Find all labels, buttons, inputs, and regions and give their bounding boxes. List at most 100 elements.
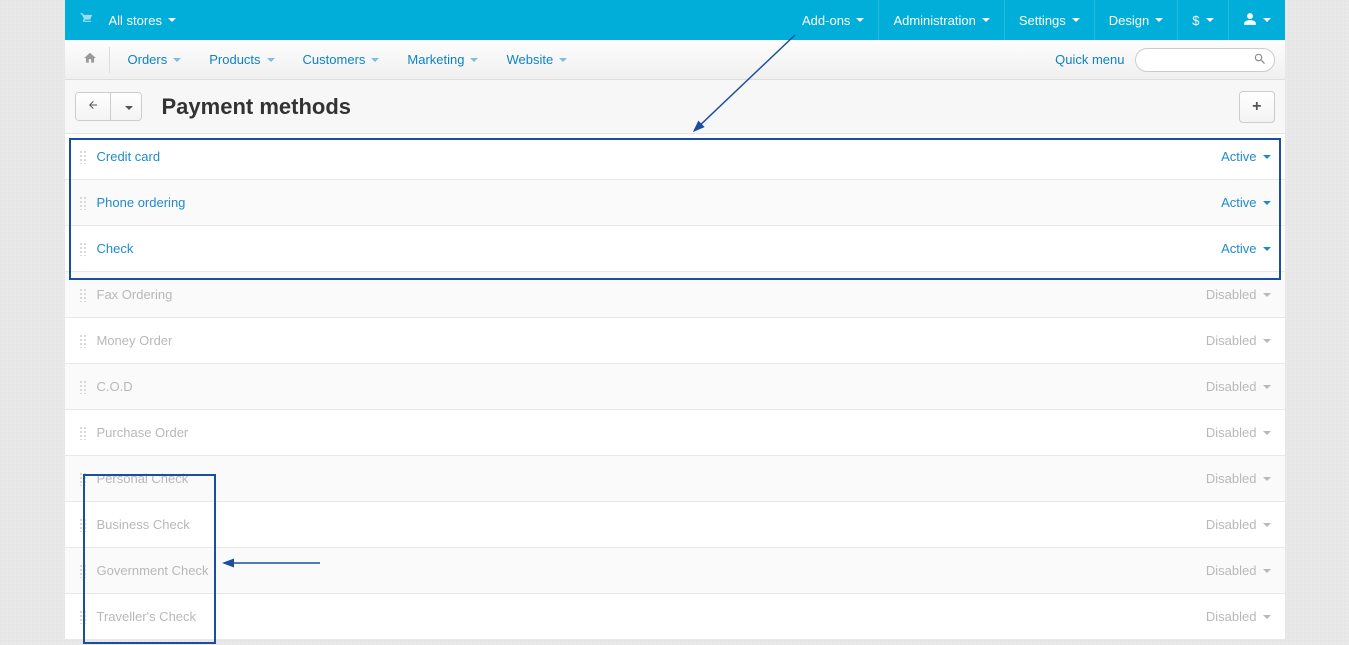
caret-down-icon bbox=[1263, 155, 1271, 159]
design-label: Design bbox=[1109, 13, 1149, 28]
caret-down-icon bbox=[173, 58, 181, 62]
back-dropdown[interactable] bbox=[110, 93, 141, 120]
nav-orders-label: Orders bbox=[128, 52, 168, 67]
payment-method-name[interactable]: Traveller's Check bbox=[97, 609, 197, 624]
caret-down-icon bbox=[559, 58, 567, 62]
drag-handle-icon[interactable] bbox=[79, 380, 87, 394]
payment-method-row: Traveller's Check Disabled bbox=[65, 594, 1285, 640]
caret-down-icon bbox=[982, 18, 990, 22]
drag-handle-icon[interactable] bbox=[79, 564, 87, 578]
payment-method-name[interactable]: Purchase Order bbox=[97, 425, 189, 440]
caret-down-icon bbox=[1263, 523, 1271, 527]
administration-menu[interactable]: Administration bbox=[878, 0, 1003, 40]
addons-menu[interactable]: Add-ons bbox=[788, 0, 878, 40]
payment-method-row: Money Order Disabled bbox=[65, 318, 1285, 364]
caret-down-icon bbox=[1263, 247, 1271, 251]
payment-method-name[interactable]: Credit card bbox=[97, 149, 161, 164]
payment-method-row: Purchase Order Disabled bbox=[65, 410, 1285, 456]
payment-method-row: Fax Ordering Disabled bbox=[65, 272, 1285, 318]
divider bbox=[109, 47, 110, 73]
status-dropdown[interactable]: Active bbox=[1221, 149, 1270, 164]
caret-down-icon bbox=[1263, 385, 1271, 389]
caret-down-icon bbox=[856, 18, 864, 22]
payment-method-name[interactable]: Phone ordering bbox=[97, 195, 186, 210]
status-dropdown[interactable]: Active bbox=[1221, 241, 1270, 256]
drag-handle-icon[interactable] bbox=[79, 610, 87, 624]
nav-marketing[interactable]: Marketing bbox=[393, 40, 492, 80]
status-label: Active bbox=[1221, 149, 1256, 164]
drag-handle-icon[interactable] bbox=[79, 426, 87, 440]
stores-label: All stores bbox=[109, 13, 162, 28]
payment-method-name[interactable]: Government Check bbox=[97, 563, 209, 578]
payment-method-name[interactable]: C.O.D bbox=[97, 379, 133, 394]
status-label: Disabled bbox=[1206, 333, 1257, 348]
payment-method-name[interactable]: Check bbox=[97, 241, 134, 256]
status-label: Disabled bbox=[1206, 425, 1257, 440]
payment-method-row: Government Check Disabled bbox=[65, 548, 1285, 594]
caret-down-icon bbox=[1263, 477, 1271, 481]
status-dropdown[interactable]: Disabled bbox=[1206, 333, 1271, 348]
topbar: All stores Add-ons Administration Settin… bbox=[65, 0, 1285, 40]
nav-orders[interactable]: Orders bbox=[114, 40, 196, 80]
currency-label: $ bbox=[1192, 13, 1199, 28]
status-dropdown[interactable]: Disabled bbox=[1206, 563, 1271, 578]
caret-down-icon bbox=[1263, 339, 1271, 343]
caret-down-icon bbox=[1263, 293, 1271, 297]
caret-down-icon bbox=[1155, 18, 1163, 22]
status-dropdown[interactable]: Disabled bbox=[1206, 379, 1271, 394]
add-button[interactable]: + bbox=[1239, 91, 1274, 123]
back-button[interactable] bbox=[76, 93, 110, 120]
nav-customers[interactable]: Customers bbox=[289, 40, 394, 80]
page-title: Payment methods bbox=[162, 94, 352, 120]
drag-handle-icon[interactable] bbox=[79, 150, 87, 164]
cart-icon bbox=[79, 12, 95, 29]
caret-down-icon bbox=[125, 106, 133, 110]
payment-methods-list: Credit cardActivePhone orderingActiveChe… bbox=[65, 134, 1285, 640]
status-label: Active bbox=[1221, 195, 1256, 210]
status-dropdown[interactable]: Active bbox=[1221, 195, 1270, 210]
drag-handle-icon[interactable] bbox=[79, 242, 87, 256]
status-dropdown[interactable]: Disabled bbox=[1206, 287, 1271, 302]
nav-customers-label: Customers bbox=[303, 52, 366, 67]
search-icon[interactable] bbox=[1253, 52, 1267, 69]
status-dropdown[interactable]: Disabled bbox=[1206, 425, 1271, 440]
person-icon bbox=[1243, 12, 1257, 29]
payment-method-name[interactable]: Fax Ordering bbox=[97, 287, 173, 302]
payment-method-name[interactable]: Personal Check bbox=[97, 471, 189, 486]
caret-down-icon bbox=[168, 18, 176, 22]
design-menu[interactable]: Design bbox=[1094, 0, 1177, 40]
caret-down-icon bbox=[1263, 615, 1271, 619]
status-dropdown[interactable]: Disabled bbox=[1206, 609, 1271, 624]
settings-menu[interactable]: Settings bbox=[1004, 0, 1094, 40]
currency-menu[interactable]: $ bbox=[1177, 0, 1227, 40]
caret-down-icon bbox=[267, 58, 275, 62]
drag-handle-icon[interactable] bbox=[79, 472, 87, 486]
nav-products[interactable]: Products bbox=[195, 40, 288, 80]
drag-handle-icon[interactable] bbox=[79, 196, 87, 210]
status-label: Active bbox=[1221, 241, 1256, 256]
quick-menu-link[interactable]: Quick menu bbox=[1055, 52, 1124, 67]
caret-down-icon bbox=[1263, 569, 1271, 573]
status-dropdown[interactable]: Disabled bbox=[1206, 517, 1271, 532]
home-icon[interactable] bbox=[75, 51, 105, 68]
payment-method-name[interactable]: Business Check bbox=[97, 517, 190, 532]
nav-website[interactable]: Website bbox=[492, 40, 581, 80]
caret-down-icon bbox=[1072, 18, 1080, 22]
titlebar: Payment methods + bbox=[65, 80, 1285, 134]
stores-selector[interactable]: All stores bbox=[95, 0, 190, 40]
nav-website-label: Website bbox=[506, 52, 553, 67]
back-button-group bbox=[75, 92, 142, 121]
payment-method-row: C.O.D Disabled bbox=[65, 364, 1285, 410]
payment-method-row: Business Check Disabled bbox=[65, 502, 1285, 548]
drag-handle-icon[interactable] bbox=[79, 334, 87, 348]
status-label: Disabled bbox=[1206, 517, 1257, 532]
nav-marketing-label: Marketing bbox=[407, 52, 464, 67]
drag-handle-icon[interactable] bbox=[79, 288, 87, 302]
status-dropdown[interactable]: Disabled bbox=[1206, 471, 1271, 486]
payment-method-name[interactable]: Money Order bbox=[97, 333, 173, 348]
caret-down-icon bbox=[1263, 201, 1271, 205]
user-menu[interactable] bbox=[1228, 0, 1285, 40]
drag-handle-icon[interactable] bbox=[79, 518, 87, 532]
navbar: Orders Products Customers Marketing Webs… bbox=[65, 40, 1285, 80]
payment-method-row: Check Active bbox=[65, 226, 1285, 272]
